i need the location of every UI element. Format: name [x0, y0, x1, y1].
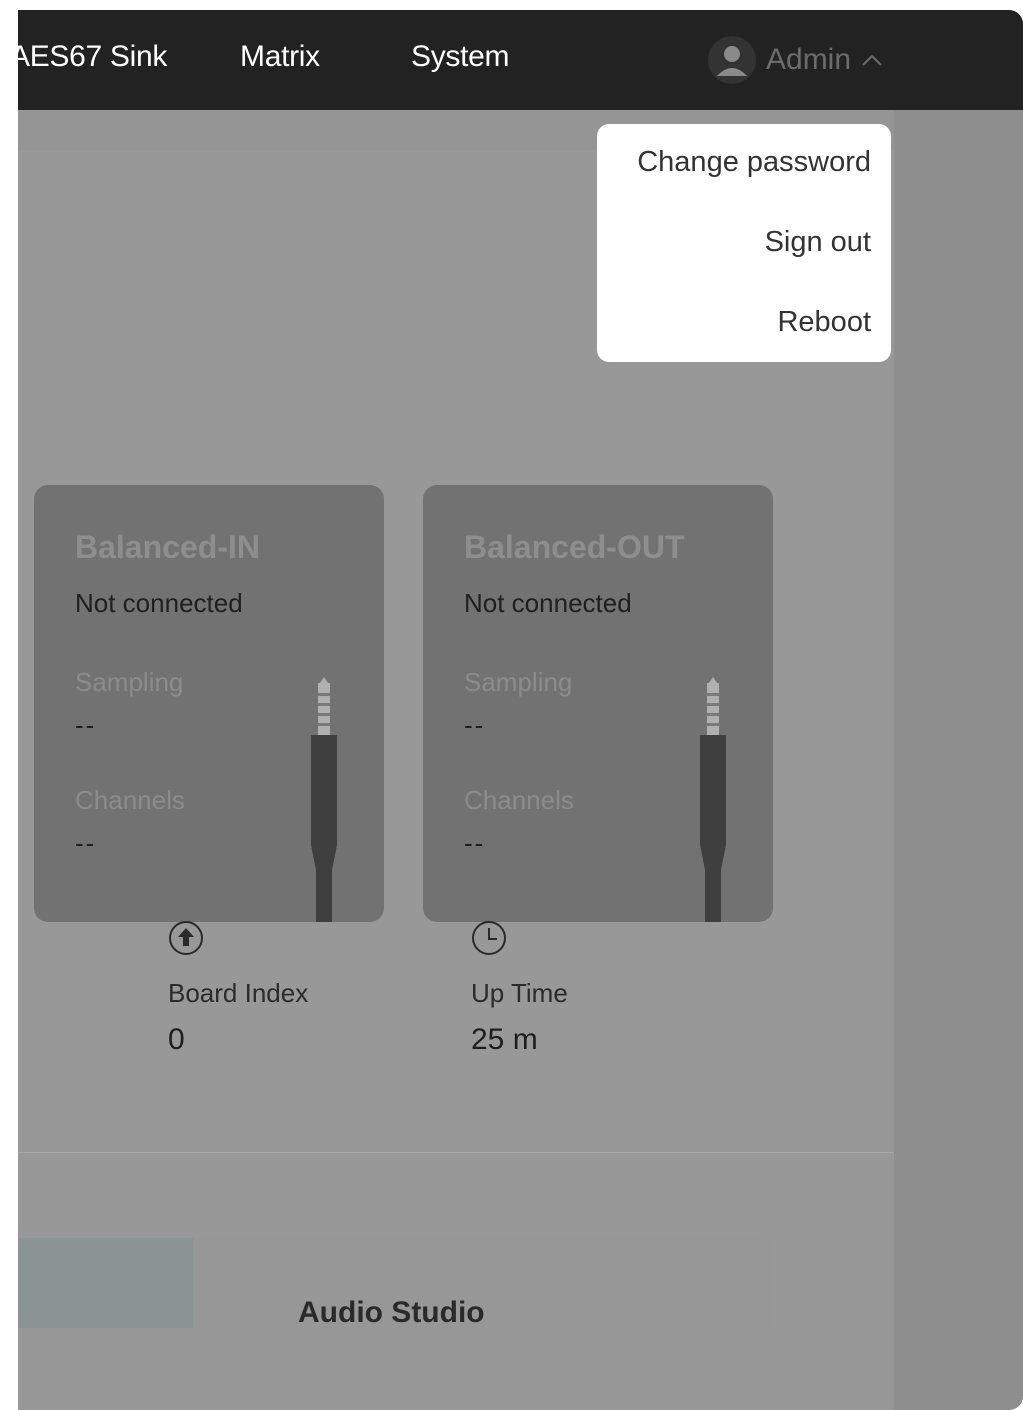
port-status: Not connected: [464, 588, 632, 618]
user-name: Admin: [766, 43, 852, 76]
nav-item-aes67-sink[interactable]: AES67 Sink: [18, 40, 167, 74]
stat-value: 25 m: [471, 1023, 538, 1056]
stat-label: Up Time: [471, 978, 568, 1008]
channels-value: --: [464, 828, 486, 858]
bottom-panel: Audio Studio: [18, 1238, 773, 1328]
channels-value: --: [75, 828, 97, 858]
nav-item-matrix[interactable]: Matrix: [240, 40, 320, 74]
chevron-up-icon: [862, 54, 882, 66]
user-menu-toggle[interactable]: Admin: [708, 34, 883, 86]
bottom-panel-title: Audio Studio: [298, 1296, 485, 1328]
port-title: Balanced-IN: [75, 529, 260, 565]
stat-up-time: Up Time 25 m: [471, 920, 568, 1057]
port-status: Not connected: [75, 588, 243, 618]
nav-item-system[interactable]: System: [411, 40, 510, 74]
user-avatar-icon: [708, 36, 756, 84]
audio-jack-icon: [700, 677, 726, 922]
sampling-value: --: [75, 710, 97, 740]
app-window: AES67 Sink Matrix System Admin Balanced-…: [18, 10, 1023, 1410]
menu-item-reboot[interactable]: Reboot: [777, 306, 871, 339]
port-title: Balanced-OUT: [464, 529, 685, 565]
channels-label: Channels: [464, 785, 574, 815]
menu-item-change-password[interactable]: Change password: [637, 146, 871, 179]
top-navbar: AES67 Sink Matrix System Admin: [18, 10, 1023, 110]
channels-label: Channels: [75, 785, 185, 815]
stat-value: 0: [168, 1023, 185, 1056]
right-gutter: [894, 110, 1023, 1410]
audio-jack-icon: [311, 677, 337, 922]
clock-icon: [472, 921, 506, 955]
user-dropdown-menu: Change password Sign out Reboot: [597, 124, 891, 362]
menu-item-sign-out[interactable]: Sign out: [765, 226, 871, 259]
section-divider: [18, 1152, 894, 1153]
stat-label: Board Index: [168, 978, 309, 1008]
port-card-balanced-in[interactable]: Balanced-IN Not connected Sampling -- Ch…: [34, 485, 384, 922]
port-card-balanced-out[interactable]: Balanced-OUT Not connected Sampling -- C…: [423, 485, 773, 922]
arrow-up-circle-icon: [169, 921, 203, 955]
sampling-label: Sampling: [75, 667, 184, 697]
sampling-value: --: [464, 710, 486, 740]
bottom-panel-tab[interactable]: [18, 1238, 193, 1328]
sampling-label: Sampling: [464, 667, 573, 697]
stat-board-index: Board Index 0: [168, 920, 308, 1057]
